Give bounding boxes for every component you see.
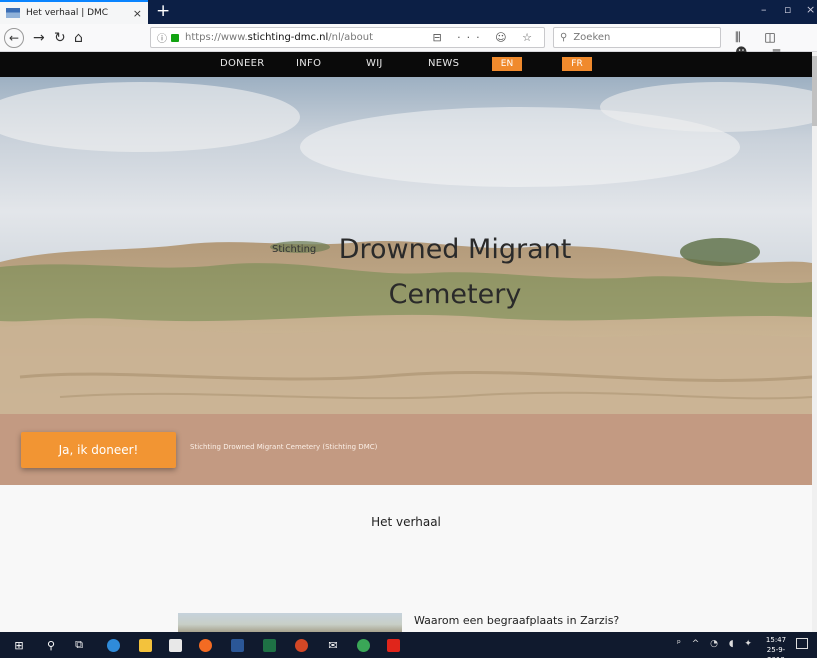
hero-banner: Stichting Drowned Migrant Cemetery bbox=[0, 77, 812, 414]
language-fr-button[interactable]: FR bbox=[562, 57, 592, 71]
minimize-icon[interactable]: – bbox=[761, 3, 767, 16]
window-close-icon[interactable]: × bbox=[806, 3, 815, 16]
url-host: stichting-dmc.nl bbox=[247, 32, 329, 43]
organization-name: Stichting Drowned Migrant Cemetery (Stic… bbox=[190, 443, 378, 451]
acrobat-icon[interactable] bbox=[384, 636, 402, 654]
nav-item-doneer[interactable]: DONEER bbox=[220, 58, 264, 69]
powerpoint-icon[interactable] bbox=[292, 636, 310, 654]
windows-taskbar: ⊞ ⚲ ⧉ ✉ ᵖ ^ ◔ ◖ ✦ 15:47 25-9-2019 bbox=[0, 632, 817, 664]
taskbar-clock[interactable]: 15:47 25-9-2019 bbox=[761, 635, 791, 665]
store-icon[interactable] bbox=[166, 636, 184, 654]
nav-item-news[interactable]: NEWS bbox=[428, 58, 459, 69]
forward-icon[interactable]: → bbox=[33, 29, 45, 47]
lock-icon bbox=[171, 33, 179, 42]
windows-start-icon[interactable]: ⊞ bbox=[10, 636, 28, 654]
article-title[interactable]: Waarom een begraafplaats in Zarzis? bbox=[414, 614, 619, 627]
page-scrollbar[interactable] bbox=[812, 52, 817, 632]
task-view-icon[interactable]: ⧉ bbox=[70, 636, 88, 654]
page-actions-icons[interactable]: ⊟ ··· ☺ ☆ bbox=[432, 31, 538, 44]
nav-item-info[interactable]: INFO bbox=[296, 58, 321, 69]
site-navigation: DONEER INFO WIJ NEWS EN FR bbox=[0, 52, 812, 77]
search-icon: ⚲ bbox=[560, 32, 568, 43]
site-favicon-icon bbox=[6, 8, 20, 18]
url-path: /nl/about bbox=[328, 32, 373, 43]
word-icon[interactable] bbox=[228, 636, 246, 654]
notification-icon[interactable] bbox=[796, 638, 808, 649]
firefox-icon[interactable] bbox=[196, 636, 214, 654]
address-bar[interactable]: ⓘ https://www. stichting-dmc.nl /nl/abou… bbox=[150, 27, 545, 48]
clock-time: 15:47 bbox=[765, 636, 787, 644]
tab-title: Het verhaal | DMC bbox=[26, 8, 109, 18]
reload-icon[interactable]: ↻ bbox=[54, 29, 66, 47]
close-tab-icon[interactable]: × bbox=[133, 7, 142, 20]
language-en-button[interactable]: EN bbox=[492, 57, 522, 71]
main-content: Het verhaal Waarom een begraafplaats in … bbox=[0, 485, 812, 632]
system-tray-icons[interactable]: ᵖ ^ ◔ ◖ ✦ bbox=[677, 639, 756, 649]
section-title: Het verhaal bbox=[371, 515, 441, 529]
nav-item-wij[interactable]: WIJ bbox=[366, 58, 383, 69]
clock-date: 25-9-2019 bbox=[766, 646, 786, 664]
article-thumbnail[interactable] bbox=[178, 613, 402, 632]
browser-tab[interactable]: Het verhaal | DMC × bbox=[0, 0, 148, 24]
chrome-icon[interactable] bbox=[354, 636, 372, 654]
mail-icon[interactable]: ✉ bbox=[324, 636, 342, 654]
maximize-icon[interactable]: ▫ bbox=[784, 3, 791, 16]
donate-button[interactable]: Ja, ik doneer! bbox=[21, 432, 176, 468]
donate-band: Ja, ik doneer! Stichting Drowned Migrant… bbox=[0, 414, 812, 485]
scrollbar-thumb[interactable] bbox=[812, 56, 817, 126]
url-prefix: https://www. bbox=[185, 32, 248, 43]
browser-toolbar: ← → ↻ ⌂ ⓘ https://www. stichting-dmc.nl … bbox=[0, 24, 817, 59]
search-input[interactable]: ⚲ Zoeken bbox=[553, 27, 721, 48]
file-explorer-icon[interactable] bbox=[136, 636, 154, 654]
search-icon[interactable]: ⚲ bbox=[42, 636, 60, 654]
new-tab-button[interactable]: + bbox=[156, 1, 170, 21]
search-placeholder: Zoeken bbox=[573, 32, 611, 43]
hero-title: Drowned Migrant Cemetery bbox=[338, 234, 572, 310]
home-icon[interactable]: ⌂ bbox=[74, 29, 83, 47]
edge-icon[interactable] bbox=[104, 636, 122, 654]
excel-icon[interactable] bbox=[260, 636, 278, 654]
info-icon[interactable]: ⓘ bbox=[157, 30, 167, 45]
browser-tab-bar: Het verhaal | DMC × + – ▫ × bbox=[0, 0, 817, 24]
back-icon[interactable]: ← bbox=[4, 28, 24, 48]
